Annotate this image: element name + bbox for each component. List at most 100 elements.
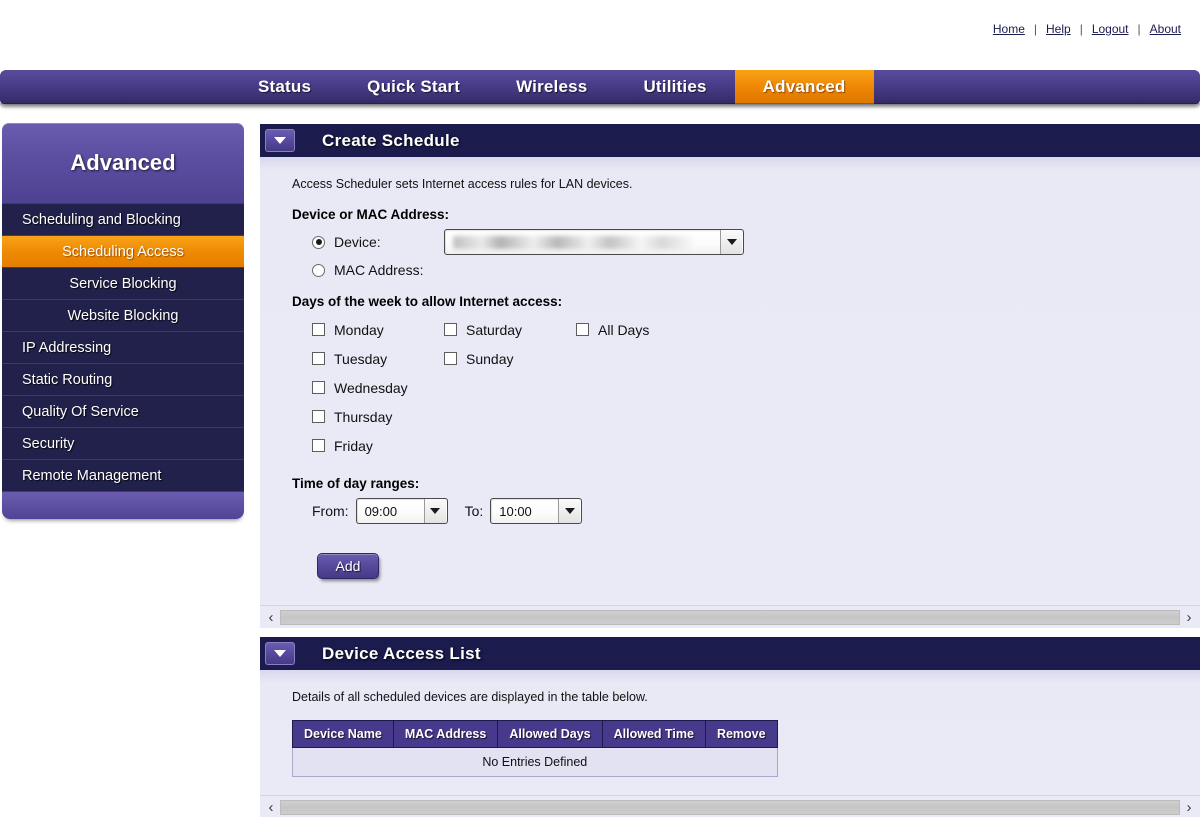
nav-tab-utilities[interactable]: Utilities (615, 70, 734, 104)
from-time-value: 09:00 (364, 503, 398, 519)
time-range-row: From: 09:00 To: 10:00 (312, 498, 1200, 524)
sidebar-item-security[interactable]: Security (2, 427, 244, 459)
day-thursday: Thursday (312, 402, 444, 431)
day-label: Thursday (334, 408, 393, 425)
scrollbar-thumb[interactable] (280, 609, 1180, 625)
sidebar-footer-cap (2, 491, 244, 519)
device-access-list-header: Device Access List (260, 637, 1200, 670)
day-all-days: All Days (576, 315, 649, 344)
device-access-list-title: Device Access List (322, 643, 481, 663)
day-label: Sunday (466, 350, 514, 367)
mac-radio-label: MAC Address: (334, 262, 424, 278)
days-column-weekend: Saturday Sunday (444, 315, 576, 460)
column-device-name: Device Name (292, 720, 394, 748)
day-saturday: Saturday (444, 315, 576, 344)
days-column-all: All Days (576, 315, 649, 460)
scrollbar-thumb[interactable] (280, 799, 1180, 815)
day-label: All Days (598, 321, 650, 338)
link-help[interactable]: Help (1037, 22, 1080, 36)
sidebar-item-service-blocking[interactable]: Service Blocking (2, 267, 244, 299)
chevron-down-icon[interactable] (265, 642, 295, 665)
nav-tab-wireless[interactable]: Wireless (488, 70, 615, 104)
device-radio-label: Device: (334, 234, 381, 250)
nav-tab-quick-start[interactable]: Quick Start (339, 70, 488, 104)
device-access-list-description: Details of all scheduled devices are dis… (292, 690, 648, 704)
day-label: Monday (334, 321, 384, 338)
add-button[interactable]: Add (317, 553, 379, 579)
chevron-down-icon (558, 499, 581, 523)
nav-tab-status[interactable]: Status (230, 70, 339, 104)
table-row: No Entries Defined (292, 747, 778, 777)
days-checkbox-group: Monday Tuesday Wednesday Thursday Friday (312, 315, 1200, 460)
scroll-left-icon[interactable]: ‹ (262, 799, 280, 816)
device-access-list-body: Details of all scheduled devices are dis… (260, 670, 1200, 795)
checkbox-sunday[interactable] (444, 352, 457, 365)
create-schedule-description: Access Scheduler sets Internet access ru… (292, 177, 633, 191)
link-logout[interactable]: Logout (1083, 22, 1138, 36)
nav-tab-advanced[interactable]: Advanced (734, 70, 874, 104)
sidebar-title: Advanced (2, 123, 244, 203)
sidebar-item-scheduling-access[interactable]: Scheduling Access (2, 235, 244, 267)
to-label: To: (464, 503, 484, 519)
day-sunday: Sunday (444, 344, 576, 373)
day-friday: Friday (312, 431, 444, 460)
from-label: From: (312, 503, 349, 519)
day-label: Wednesday (334, 379, 408, 396)
days-of-week-label: Days of the week to allow Internet acces… (292, 294, 563, 309)
day-label: Saturday (466, 321, 523, 338)
day-wednesday: Wednesday (312, 373, 444, 402)
device-or-mac-label: Device or MAC Address: (292, 207, 450, 222)
sidebar: Advanced Scheduling and Blocking Schedul… (2, 123, 244, 519)
to-time-value: 10:00 (499, 503, 532, 519)
device-select[interactable] (444, 229, 744, 255)
days-column-weekdays: Monday Tuesday Wednesday Thursday Friday (312, 315, 444, 460)
time-of-day-label: Time of day ranges: (292, 476, 420, 491)
column-remove: Remove (704, 720, 778, 748)
create-schedule-title: Create Schedule (322, 130, 460, 150)
checkbox-monday[interactable] (312, 323, 325, 336)
checkbox-saturday[interactable] (444, 323, 457, 336)
radio-device[interactable] (312, 235, 325, 249)
chevron-down-icon (423, 499, 446, 523)
to-time-select[interactable]: 10:00 (490, 498, 583, 524)
chevron-down-icon (720, 230, 742, 254)
column-allowed-time: Allowed Time (601, 720, 706, 748)
main-navigation: Status Quick Start Wireless Utilities Ad… (0, 70, 1200, 109)
scroll-left-icon[interactable]: ‹ (262, 609, 280, 626)
top-links: Home | Help | Logout | About (984, 22, 1190, 36)
from-time-select[interactable]: 09:00 (355, 498, 448, 524)
checkbox-friday[interactable] (312, 439, 325, 452)
triangle-glyph (274, 137, 286, 144)
scroll-right-icon[interactable]: › (1180, 609, 1198, 626)
checkbox-all-days[interactable] (576, 323, 589, 336)
link-about[interactable]: About (1141, 22, 1190, 36)
checkbox-tuesday[interactable] (312, 352, 325, 365)
sidebar-item-remote-management[interactable]: Remote Management (2, 459, 244, 491)
chevron-down-icon[interactable] (265, 129, 295, 152)
sidebar-item-website-blocking[interactable]: Website Blocking (2, 299, 244, 331)
create-schedule-panel: Create Schedule Access Scheduler sets In… (260, 124, 1200, 628)
mac-radio-row: MAC Address: (312, 262, 1200, 278)
column-allowed-days: Allowed Days (497, 720, 603, 748)
triangle-glyph (274, 650, 286, 657)
create-schedule-header: Create Schedule (260, 124, 1200, 157)
sidebar-item-quality-of-service[interactable]: Quality Of Service (2, 395, 244, 427)
device-radio-row: Device: (312, 229, 1200, 255)
day-monday: Monday (312, 315, 444, 344)
checkbox-wednesday[interactable] (312, 381, 325, 394)
device-access-list-panel: Device Access List Details of all schedu… (260, 637, 1200, 817)
scroll-right-icon[interactable]: › (1180, 799, 1198, 816)
device-access-list-scrollbar[interactable]: ‹ › (260, 795, 1200, 817)
day-tuesday: Tuesday (312, 344, 444, 373)
column-mac-address: MAC Address (392, 720, 499, 748)
day-label: Tuesday (334, 350, 388, 367)
link-home[interactable]: Home (984, 22, 1034, 36)
checkbox-thursday[interactable] (312, 410, 325, 423)
sidebar-item-static-routing[interactable]: Static Routing (2, 363, 244, 395)
create-schedule-scrollbar[interactable]: ‹ › (260, 605, 1200, 628)
radio-mac-address[interactable] (312, 263, 325, 277)
sidebar-item-ip-addressing[interactable]: IP Addressing (2, 331, 244, 363)
device-access-table: Device Name MAC Address Allowed Days All… (292, 720, 778, 777)
sidebar-item-scheduling-and-blocking[interactable]: Scheduling and Blocking (2, 203, 244, 235)
empty-table-message: No Entries Defined (292, 747, 778, 777)
